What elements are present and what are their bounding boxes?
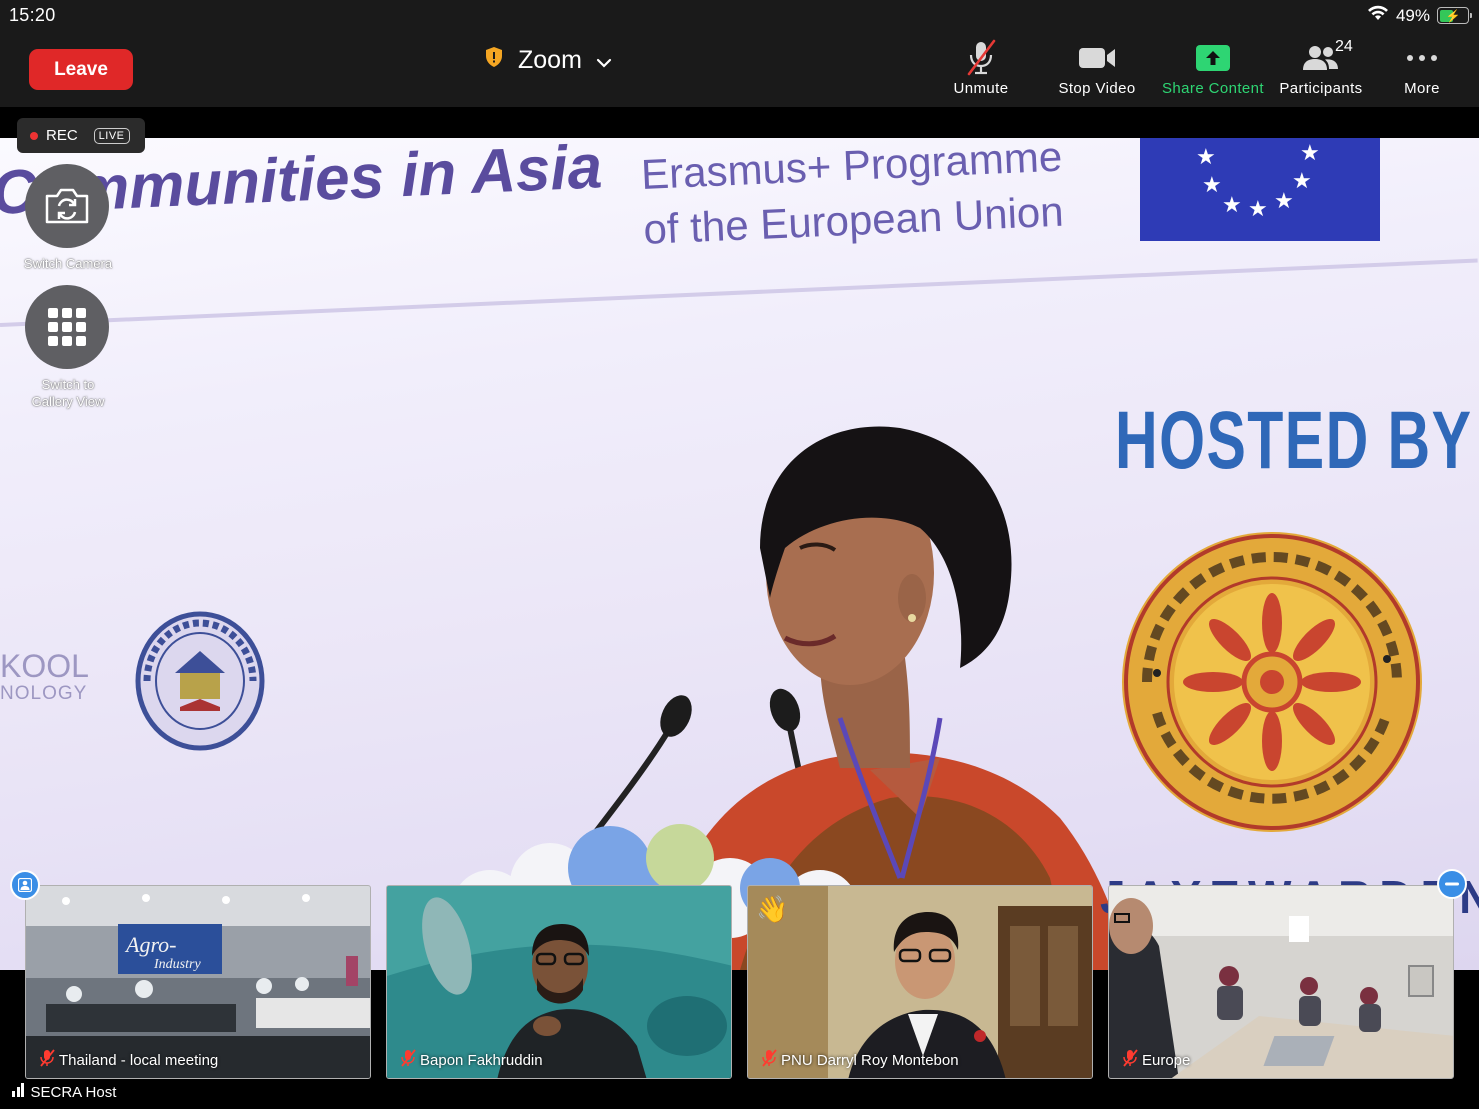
muted-mic-icon — [1122, 1049, 1138, 1071]
gallery-label-line-2: Gallery View — [31, 393, 105, 409]
participant-name-tag: Bapon Fakhruddin — [400, 1049, 543, 1071]
banner-erasmus-text: Erasmus+ Programme of the European Union — [640, 138, 1066, 257]
eu-flag: ★ ★ ★ ★ ★ ★ ★ — [1140, 138, 1380, 241]
minus-icon — [1445, 882, 1459, 886]
participant-video-europe[interactable]: Europe — [1108, 885, 1454, 1079]
signal-strength-icon — [12, 1083, 26, 1101]
participant-video-bapon[interactable]: Bapon Fakhruddin — [386, 885, 732, 1079]
self-view-toggle-button[interactable] — [10, 870, 40, 900]
live-tag: LIVE — [93, 127, 130, 144]
meeting-toolbar: Leave Zoom Unmute Stop Video Share Conte… — [0, 30, 1479, 107]
charging-bolt-icon: ⚡ — [1445, 8, 1461, 23]
shield-icon — [484, 46, 504, 75]
host-label: SECRA Host — [30, 1084, 117, 1101]
normal-university-seal-logo — [135, 611, 265, 751]
muted-microphone-icon — [951, 39, 1011, 76]
participant-name-tag: Europe — [1122, 1049, 1190, 1071]
partner-text-line-2: NOLOGY — [0, 682, 88, 704]
more-label: More — [1404, 80, 1440, 97]
switch-camera-icon — [45, 188, 89, 224]
more-dots-icon — [1392, 40, 1452, 76]
share-content-button[interactable]: Share Content — [1157, 40, 1269, 102]
battery-icon: ⚡ — [1437, 7, 1472, 24]
status-time: 15:20 — [9, 5, 56, 25]
meeting-title: Zoom — [518, 46, 582, 74]
grid-icon — [48, 308, 86, 346]
muted-mic-icon — [39, 1049, 55, 1071]
footer-bar: SECRA Host — [0, 1080, 1479, 1109]
unmute-label: Unmute — [953, 80, 1009, 97]
switch-camera-label: Switch Camera — [23, 256, 113, 271]
participant-name: Thailand - local meeting — [59, 1051, 219, 1069]
svg-text:Industry: Industry — [153, 957, 201, 972]
recording-dot-icon — [30, 131, 38, 140]
participants-count: 24 — [1335, 38, 1353, 55]
participant-video-darryl[interactable]: 👋 PNU Darryl Roy Montebon — [747, 885, 1093, 1079]
participants-icon: 24 — [1291, 38, 1353, 76]
meeting-title-dropdown[interactable]: Zoom — [484, 46, 612, 75]
participant-video-thailand[interactable]: Agro- Industry Thailand - local meeting — [25, 885, 371, 1079]
status-right: 49% ⚡ — [1367, 5, 1472, 26]
share-arrow-icon — [1183, 40, 1243, 76]
rec-label: REC — [46, 127, 78, 144]
more-button[interactable]: More — [1366, 40, 1478, 102]
stop-video-label: Stop Video — [1058, 80, 1136, 97]
host-indicator: SECRA Host — [12, 1083, 116, 1101]
battery-percent: 49% — [1395, 5, 1430, 25]
partner-text-left: KOOL NOLOGY — [0, 648, 89, 704]
svg-text:Agro-: Agro- — [124, 932, 177, 957]
switch-camera-button[interactable] — [25, 164, 109, 248]
participant-name: PNU Darryl Roy Montebon — [781, 1051, 959, 1069]
stop-video-button[interactable]: Stop Video — [1041, 40, 1153, 102]
minimize-thumbnails-button[interactable] — [1437, 869, 1467, 899]
hosted-by-text: HOSTED BY — [1115, 395, 1473, 486]
leave-button[interactable]: Leave — [29, 49, 133, 90]
muted-mic-icon — [761, 1049, 777, 1071]
participants-label: Participants — [1279, 80, 1363, 97]
wifi-icon — [1367, 5, 1389, 26]
muted-mic-icon — [400, 1049, 416, 1071]
person-icon — [18, 878, 32, 892]
participant-name: Bapon Fakhruddin — [420, 1051, 543, 1069]
video-camera-icon — [1067, 40, 1127, 76]
switch-to-gallery-label: Switch to Gallery View — [10, 377, 126, 411]
participants-button[interactable]: 24 Participants — [1265, 38, 1377, 102]
gallery-label-line-1: Switch to — [41, 377, 95, 392]
partner-text-line-1: KOOL — [0, 648, 89, 684]
university-seal-logo — [1122, 532, 1422, 832]
unmute-button[interactable]: Unmute — [925, 39, 1037, 102]
recording-badge[interactable]: REC LIVE — [17, 118, 145, 153]
switch-to-gallery-button[interactable] — [25, 285, 109, 369]
participant-name-tag: PNU Darryl Roy Montebon — [761, 1049, 959, 1071]
participant-name: Europe — [1142, 1051, 1191, 1069]
share-content-label: Share Content — [1162, 80, 1264, 97]
svg-text:👋: 👋 — [756, 895, 788, 925]
zoom-app: 15:20 49% ⚡ Leave Zoom Unmute Stop Video… — [0, 0, 1479, 1109]
status-bar: 15:20 49% ⚡ — [0, 0, 1479, 30]
participant-name-tag: Thailand - local meeting — [39, 1049, 218, 1071]
active-speaker-video[interactable]: Communities in Asia Erasmus+ Programme o… — [0, 138, 1479, 970]
banner-divider — [0, 258, 1478, 327]
chevron-down-icon — [596, 46, 612, 75]
